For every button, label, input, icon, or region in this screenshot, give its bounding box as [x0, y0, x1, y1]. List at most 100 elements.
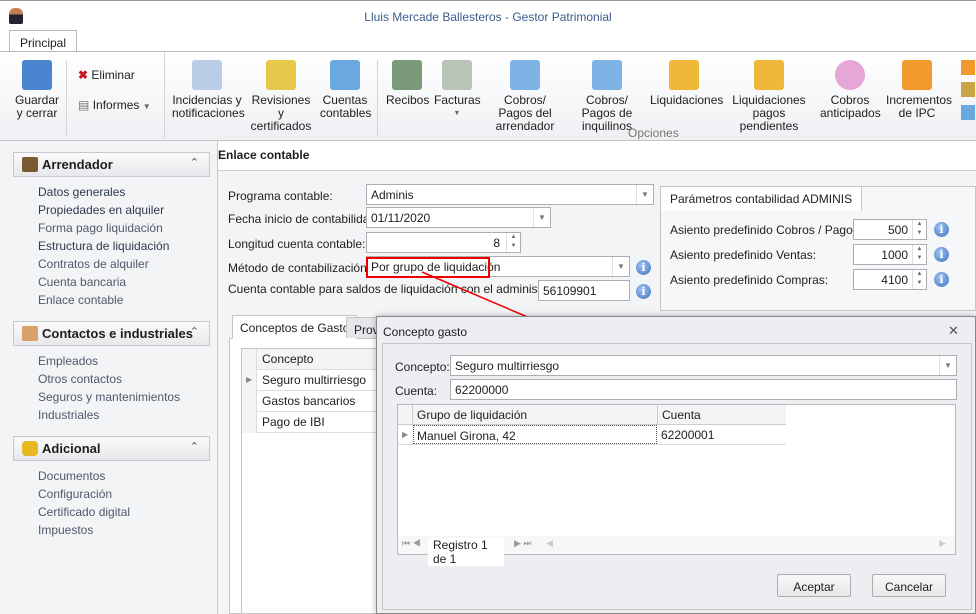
- people-icon: [22, 326, 38, 341]
- grid-header: Grupo de liquidación Cuenta: [398, 405, 786, 425]
- trend-arrow-icon: [902, 60, 932, 90]
- row-indicator-icon: ▶: [242, 370, 257, 391]
- save-close-button[interactable]: Guardar y cerrar: [14, 60, 60, 120]
- column-header-grupo[interactable]: Grupo de liquidación: [417, 408, 527, 422]
- dialog-concepto-select[interactable]: Seguro multirriesgo ▼: [450, 355, 957, 376]
- nav-next-last-icons[interactable]: ▶ ⏭: [514, 538, 532, 549]
- facturas-button[interactable]: Facturas ▼: [434, 60, 481, 120]
- chevron-up-icon[interactable]: ⌃: [190, 440, 199, 453]
- incrementos-ipc-button[interactable]: Incrementos de IPC: [886, 60, 952, 120]
- sidebar-item-contratos[interactable]: Contratos de alquiler: [38, 257, 149, 271]
- spin-buttons[interactable]: ▲ ▼: [912, 245, 926, 264]
- chevron-down-icon[interactable]: ▼: [533, 208, 550, 227]
- nav-first-prev-icons[interactable]: ⏮ ◀: [402, 538, 421, 549]
- longitud-stepper[interactable]: 8 ▲ ▼: [366, 232, 521, 253]
- chevron-down-icon[interactable]: ▼: [612, 257, 629, 276]
- tab-admin-params[interactable]: Parámetros contabilidad ADMINIS: [660, 186, 863, 211]
- value: 1000: [881, 248, 908, 262]
- accept-button[interactable]: Aceptar: [777, 574, 851, 597]
- dialog-concepto-label: Concepto:: [395, 360, 450, 374]
- recibos-button[interactable]: Recibos: [386, 60, 429, 107]
- value: 4100: [881, 273, 908, 287]
- label: Cobros anticipados: [820, 93, 881, 120]
- sidebar-item-cuenta-bancaria[interactable]: Cuenta bancaria: [38, 275, 126, 289]
- chevron-up-icon[interactable]: ⌃: [190, 325, 199, 338]
- metodo-label: Método de contabilización:: [228, 261, 371, 275]
- cancel-button[interactable]: Cancelar: [872, 574, 946, 597]
- title-bar: Lluis Mercade Ballesteros - Gestor Patri…: [0, 0, 976, 30]
- sidebar-item-datos-generales[interactable]: Datos generales: [38, 185, 125, 199]
- value: 62200000: [455, 383, 509, 397]
- fecha-input[interactable]: 01/11/2020 ▼: [366, 207, 551, 228]
- cell: Pago de IBI: [262, 415, 325, 429]
- label: Liquidaciones: [650, 93, 724, 107]
- x-icon: ✖: [78, 68, 89, 82]
- sidebar-item-documentos[interactable]: Documentos: [38, 469, 105, 483]
- sidebar-item-enlace-contable[interactable]: Enlace contable: [38, 293, 123, 307]
- group-adicional[interactable]: Adicional ⌃: [13, 436, 210, 461]
- asiento-cobros-stepper[interactable]: 500 ▲ ▼: [853, 219, 927, 240]
- reports-button[interactable]: ▤ Informes ▼: [78, 98, 151, 112]
- small-icons[interactable]: [961, 60, 975, 120]
- incidencias-button[interactable]: Incidencias y notificaciones: [172, 60, 245, 120]
- info-icon[interactable]: i: [636, 260, 651, 275]
- value: 500: [887, 223, 908, 237]
- cobros-anticipados-button[interactable]: Cobros anticipados: [820, 60, 881, 120]
- spin-buttons[interactable]: ▲ ▼: [912, 220, 926, 239]
- horizontal-scrollbar[interactable]: ◀ ▶: [546, 538, 946, 550]
- label: Cobros/ Pagos de inquilinos: [581, 93, 633, 133]
- info-icon[interactable]: i: [934, 222, 949, 237]
- tab-principal[interactable]: Principal: [9, 30, 78, 52]
- table-row[interactable]: Pago de IBI: [242, 412, 382, 433]
- row-indicator-icon: ▶: [402, 430, 409, 439]
- dialog-cuenta-input[interactable]: 62200000: [450, 379, 957, 400]
- group-contactos[interactable]: Contactos e industriales ⌃: [13, 321, 210, 346]
- sidebar-item-certificado[interactable]: Certificado digital: [38, 505, 130, 519]
- invoice-icon: [442, 60, 472, 90]
- liquidaciones-pendientes-button[interactable]: Liquidaciones pagos pendientes: [724, 60, 814, 133]
- liquidaciones-button[interactable]: Liquidaciones: [650, 60, 723, 107]
- info-icon[interactable]: i: [636, 284, 651, 299]
- bell-icon: [266, 60, 296, 90]
- close-icon[interactable]: ✕: [948, 323, 959, 339]
- info-icon[interactable]: i: [934, 272, 949, 287]
- cobros-inquilinos-button[interactable]: Cobros/ Pagos de inquilinos: [569, 60, 645, 133]
- asiento-compras-stepper[interactable]: 4100 ▲ ▼: [853, 269, 927, 290]
- chevron-up-icon[interactable]: ⌃: [190, 156, 199, 169]
- programa-select[interactable]: Adminis ▼: [366, 184, 654, 205]
- table-coins-icon: [330, 60, 360, 90]
- conceptos-grid: Concepto ▶ Seguro multirriesgo Gastos ban…: [241, 348, 382, 614]
- chevron-down-icon[interactable]: ▼: [636, 185, 653, 204]
- longitud-label: Longitud cuenta contable:: [228, 237, 366, 251]
- delete-button[interactable]: ✖ Eliminar: [78, 68, 135, 82]
- cell[interactable]: 62200001: [661, 428, 714, 442]
- column-header-cuenta[interactable]: Cuenta: [657, 405, 705, 425]
- group-arrendador[interactable]: Arrendador ⌃: [13, 152, 210, 177]
- sidebar-item-impuestos[interactable]: Impuestos: [38, 523, 93, 537]
- asiento-ventas-stepper[interactable]: 1000 ▲ ▼: [853, 244, 927, 265]
- spin-buttons[interactable]: ▲ ▼: [506, 233, 520, 252]
- sidebar-item-empleados[interactable]: Empleados: [38, 354, 98, 368]
- info-icon[interactable]: i: [934, 247, 949, 262]
- sidebar-item-configuracion[interactable]: Configuración: [38, 487, 112, 501]
- revisiones-button[interactable]: Revisiones y certificados: [248, 60, 314, 133]
- cobros-arrendador-button[interactable]: Cobros/ Pagos del arrendador: [487, 60, 563, 133]
- sidebar-item-propiedades[interactable]: Propiedades en alquiler: [38, 203, 164, 217]
- sidebar-item-otros-contactos[interactable]: Otros contactos: [38, 372, 122, 386]
- table-row[interactable]: Gastos bancarios: [242, 391, 382, 412]
- record-counter: Registro 1 de 1: [428, 538, 504, 566]
- table-row[interactable]: ▶ Seguro multirriesgo: [242, 370, 382, 391]
- spin-buttons[interactable]: ▲ ▼: [912, 270, 926, 289]
- chevron-down-icon[interactable]: ▼: [939, 356, 956, 375]
- sidebar-item-forma-pago[interactable]: Forma pago liquidación: [38, 221, 163, 235]
- cuentas-button[interactable]: Cuentas contables: [320, 60, 371, 120]
- sidebar-item-estructura[interactable]: Estructura de liquidación: [38, 239, 169, 253]
- column-header-concepto[interactable]: Concepto: [262, 352, 313, 366]
- sidebar-item-industriales[interactable]: Industriales: [38, 408, 99, 422]
- sidebar-item-seguros[interactable]: Seguros y mantenimientos: [38, 390, 180, 404]
- cell[interactable]: Manuel Girona, 42: [413, 425, 657, 444]
- grupos-grid: Grupo de liquidación Cuenta ▶ Manuel Gir…: [397, 404, 956, 566]
- label: Incidencias y notificaciones: [172, 93, 245, 120]
- table-row[interactable]: ▶ Manuel Girona, 42 62200001: [398, 425, 786, 445]
- tab-conceptos-gasto[interactable]: Conceptos de Gasto: [232, 315, 358, 339]
